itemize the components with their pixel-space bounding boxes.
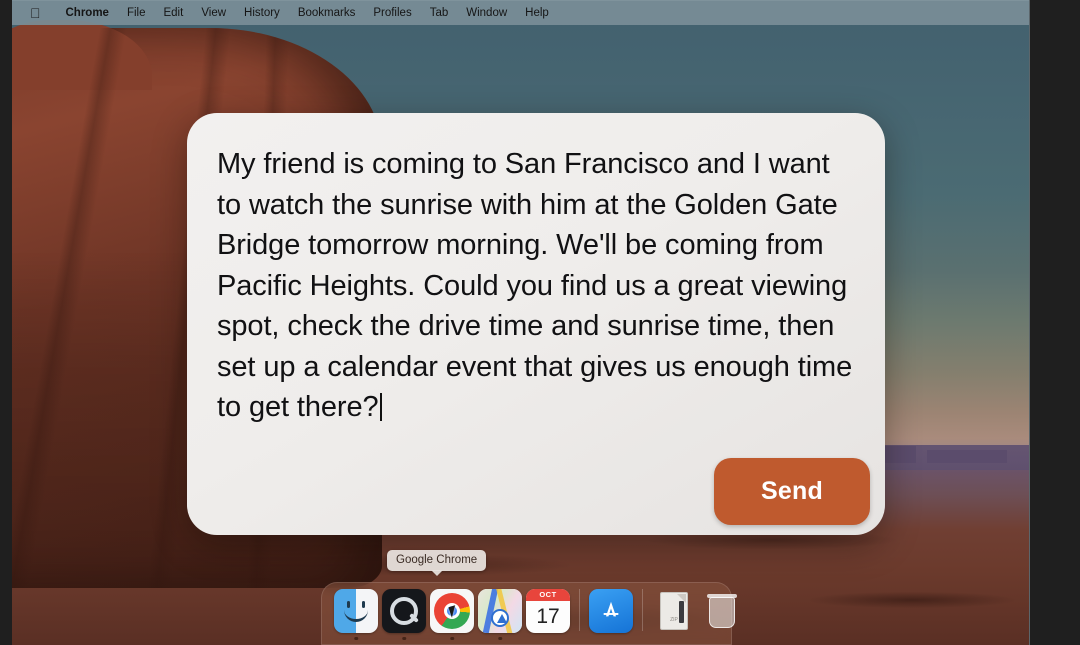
- menu-item-edit[interactable]: Edit: [154, 7, 192, 19]
- dock-item-app-store[interactable]: [589, 589, 633, 633]
- menu-item-history[interactable]: History: [235, 7, 289, 19]
- text-cursor: [379, 393, 382, 421]
- dock-item-quicktime[interactable]: [382, 589, 426, 640]
- prompt-card: My friend is coming to San Francisco and…: [187, 113, 885, 535]
- wallpaper-mesa: [927, 450, 1007, 463]
- menu-item-tab[interactable]: Tab: [421, 7, 458, 19]
- prompt-text-content: My friend is coming to San Francisco and…: [217, 148, 861, 423]
- running-indicator: [450, 636, 454, 640]
- dock-item-trash[interactable]: [700, 589, 744, 633]
- menu-item-bookmarks[interactable]: Bookmarks: [289, 7, 365, 19]
- quicktime-icon: [382, 589, 426, 633]
- menu-item-chrome[interactable]: Chrome: [57, 7, 118, 19]
- maps-icon: [478, 589, 522, 633]
- prompt-textarea[interactable]: My friend is coming to San Francisco and…: [217, 144, 857, 428]
- dock-tooltip: Google Chrome: [387, 550, 487, 571]
- apple-logo-icon[interactable]: : [30, 6, 41, 20]
- menu-item-profiles[interactable]: Profiles: [364, 7, 420, 19]
- calendar-icon: OCT 17: [526, 589, 570, 633]
- menu-bar:  Chrome File Edit View History Bookmark…: [12, 0, 1029, 25]
- running-indicator: [402, 636, 406, 640]
- menu-item-file[interactable]: File: [118, 7, 155, 19]
- trash-icon: [700, 589, 744, 633]
- dock-item-maps[interactable]: [478, 589, 522, 640]
- dock-separator: [642, 589, 643, 631]
- calendar-month: OCT: [526, 589, 570, 601]
- dock-separator: [579, 589, 580, 631]
- dock-item-finder[interactable]: [334, 589, 378, 640]
- dock-item-calendar[interactable]: OCT 17: [526, 589, 570, 633]
- calendar-day: 17: [536, 605, 560, 628]
- send-button[interactable]: Send: [714, 458, 870, 525]
- dock-item-chrome[interactable]: [430, 589, 474, 640]
- running-indicator: [354, 636, 358, 640]
- menu-item-view[interactable]: View: [192, 7, 235, 19]
- menu-item-window[interactable]: Window: [457, 7, 516, 19]
- menu-item-help[interactable]: Help: [516, 7, 558, 19]
- dock-item-document-file[interactable]: ZIP: [652, 589, 696, 633]
- app-store-icon: [589, 589, 633, 633]
- screenshot-root:  Chrome File Edit View History Bookmark…: [0, 0, 1080, 645]
- dock: OCT 17 ZIP: [321, 582, 737, 645]
- document-file-icon: ZIP: [652, 589, 696, 633]
- finder-icon: [334, 589, 378, 633]
- desktop-screen:  Chrome File Edit View History Bookmark…: [12, 0, 1030, 645]
- file-type-label: ZIP: [670, 617, 678, 623]
- running-indicator: [498, 636, 502, 640]
